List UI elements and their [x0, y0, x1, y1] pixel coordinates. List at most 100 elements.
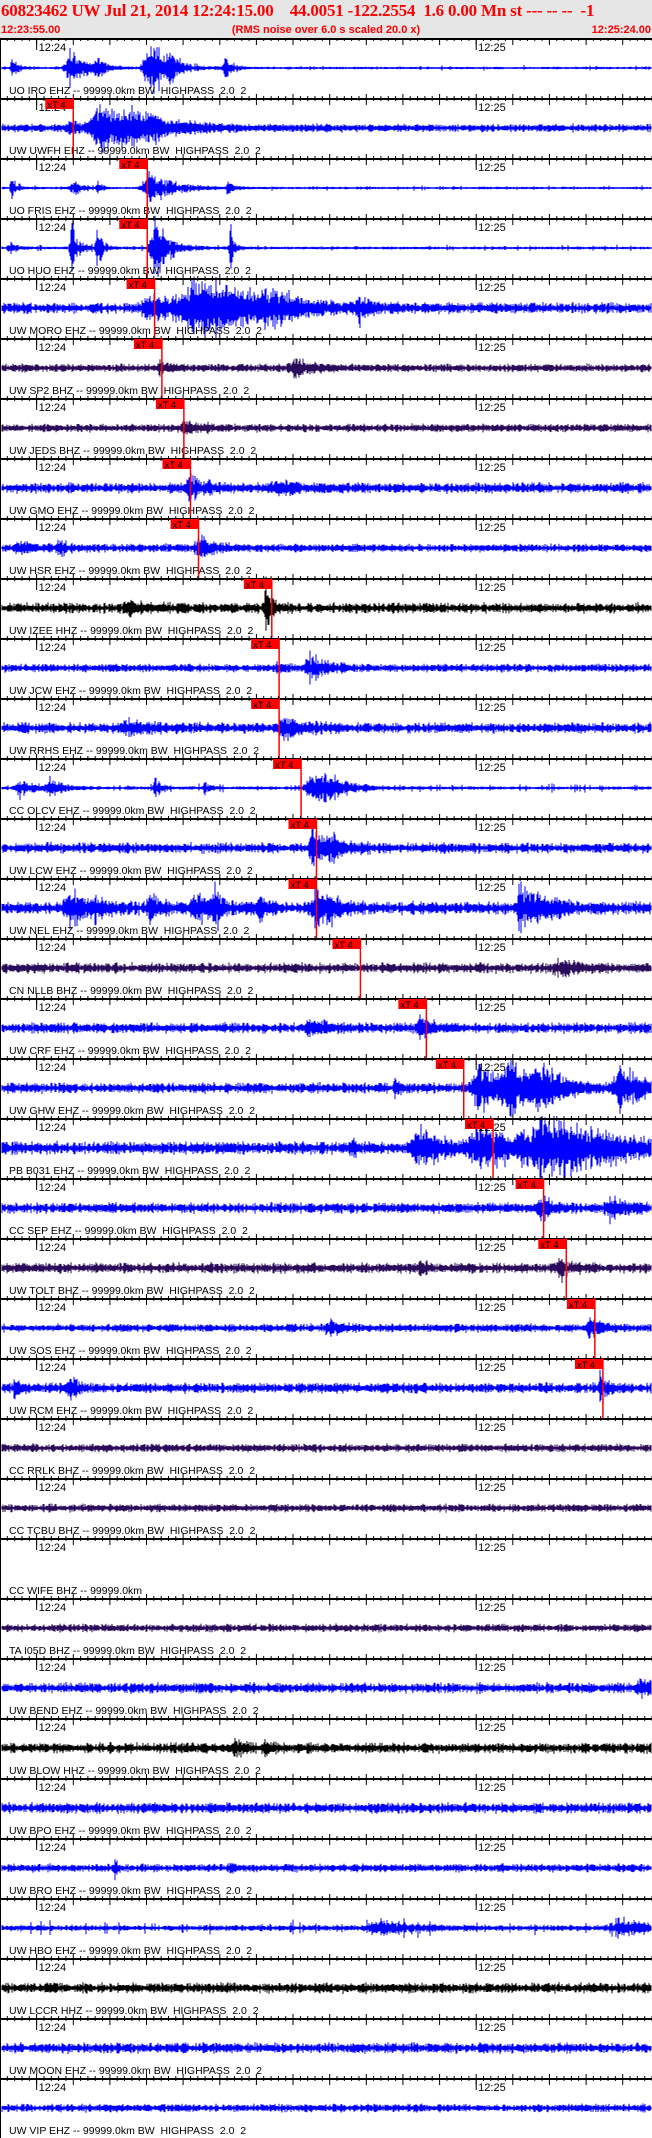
waveform: [1, 1738, 652, 1758]
pick-label: xT 4: [400, 1000, 418, 1011]
minute-tick-label: 12:25: [478, 1062, 506, 1074]
pick-label: xT 4: [467, 1120, 485, 1131]
pick-label: xT 4: [253, 640, 271, 651]
minute-tick-label: 12:24: [39, 342, 67, 354]
waveform: [1, 1369, 652, 1402]
minute-tick-label: 12:24: [39, 522, 67, 534]
waveform: [1, 650, 652, 685]
minute-tick-label: 12:25: [478, 1362, 506, 1374]
pick-label: xT 4: [438, 1060, 456, 1071]
minute-tick-label: 12:25: [478, 1302, 506, 1314]
station-label: UW VIP EHZ -- 99999.0km BW HIGHPASS 2.0 …: [9, 2125, 246, 2137]
station-label: CC TCBU BHZ -- 99999.0km BW HIGHPASS 2.0…: [9, 1525, 256, 1537]
station-label: UW MOON EHZ -- 99999.0km BW HIGHPASS 2.0…: [9, 2065, 262, 2077]
minute-tick-label: 12:25: [478, 1422, 506, 1434]
station-label: CC OLCV EHZ -- 99999.0km BW HIGHPASS 2.0…: [9, 805, 256, 817]
pick-label: xT 4: [290, 880, 308, 891]
pick-label: xT 4: [253, 700, 271, 711]
station-label: UO IRO EHZ -- 99999.0km BW HIGHPASS 2.0 …: [9, 85, 246, 97]
minute-tick-label: 12:24: [39, 2082, 67, 2094]
station-label: UW UWFH EHZ -- 99999.0km BW HIGHPASS 2.0…: [9, 145, 261, 157]
minute-tick-label: 12:24: [39, 1182, 67, 1194]
waveform: [1, 1623, 652, 1633]
trace-moro: 12:24 12:25 UW MORO EHZ -- 99999.0km BW HI…: [0, 274, 652, 340]
minute-tick-label: 12:25: [478, 1602, 506, 1614]
minute-tick-label: 12:24: [39, 1062, 67, 1074]
station-label: CN NLLB BHZ -- 99999.0km BW HIGHPASS 2.0…: [9, 985, 253, 997]
minute-tick-label: 12:25: [478, 1542, 506, 1554]
minute-tick-label: 12:24: [39, 222, 67, 234]
pick-label: xT 4: [164, 460, 182, 471]
pick-label: xT 4: [275, 760, 293, 771]
pick-label: xT 4: [334, 940, 352, 951]
trace-wife: 12:24 12:25 CC WIFE BHZ -- 99999.0km: [0, 1534, 652, 1597]
trace-huo: 12:24 12:25 UO HUO EHZ -- 99999.0km BW HIG…: [0, 214, 652, 278]
minute-tick-label: 12:25: [478, 282, 506, 294]
trace-olcv: 12:24 12:25 CC OLCV EHZ -- 99999.0km BW HI…: [0, 754, 652, 818]
trace-hbo: 12:24 12:25 UW HBO EHZ -- 99999.0km BW HIG…: [0, 1894, 652, 1957]
minute-tick-label: 12:25: [478, 2022, 506, 2034]
minute-tick-label: 12:25: [478, 582, 506, 594]
waveform: [1, 1014, 652, 1040]
trace-jcw: 12:24 12:25 UW JCW EHZ -- 99999.0km BW HIG…: [0, 634, 652, 698]
trace-nllb: 12:24 12:25 CN NLLB BHZ -- 99999.0km BW HI…: [0, 934, 652, 998]
station-label: UW BPO EHZ -- 99999.0km BW HIGHPASS 2.0 …: [9, 1825, 252, 1837]
minute-tick-label: 12:24: [39, 822, 67, 834]
minute-tick-label: 12:24: [39, 1242, 67, 1254]
minute-tick-label: 12:25: [478, 942, 506, 954]
pick-label: xT 4: [246, 580, 264, 591]
minute-tick-label: 12:24: [39, 1962, 67, 1974]
trace-i05d: 12:24 12:25 TA I05D BHZ -- 99999.0km BW HI…: [0, 1594, 652, 1657]
pick-label: xT 4: [121, 220, 139, 231]
station-label: UW RCM EHZ -- 99999.0km BW HIGHPASS 2.0 …: [9, 1405, 253, 1417]
minute-tick-label: 12:24: [39, 1842, 67, 1854]
minute-tick-label: 12:25: [478, 882, 506, 894]
trace-jeds: 12:24 12:25 UW JEDS BHZ -- 99999.0km BW HI…: [0, 394, 652, 458]
minute-tick-label: 12:25: [478, 342, 506, 354]
waveform: [1, 1802, 652, 1814]
waveform: [1, 358, 652, 379]
trace-tcbu: 12:24 12:25 CC TCBU BHZ -- 99999.0km BW HI…: [0, 1474, 652, 1537]
waveform: [1, 1257, 652, 1283]
minute-tick-label: 12:24: [39, 762, 67, 774]
seismogram-stack: 12:24 12:25 UO IRO EHZ -- 99999.0km BW HIG…: [0, 38, 652, 2138]
pick-label: xT 4: [47, 100, 65, 111]
station-label: UW CRF EHZ -- 99999.0km BW HIGHPASS 2.0 …: [9, 1045, 251, 1057]
pick-label: xT 4: [173, 520, 191, 531]
trace-hsr: 12:24 12:25 UW HSR EHZ -- 99999.0km BW HIG…: [0, 514, 652, 578]
minute-tick-label: 12:25: [478, 1902, 506, 1914]
minute-tick-label: 12:25: [478, 762, 506, 774]
trace-rcm: 12:24 12:25 UW RCM EHZ -- 99999.0km BW HIG…: [0, 1354, 652, 1418]
pick-label: xT 4: [121, 160, 139, 171]
minute-tick-label: 12:25: [478, 1002, 506, 1014]
minute-tick-label: 12:25: [478, 1242, 506, 1254]
trace-vip: 12:24 12:25 UW VIP EHZ -- 99999.0km BW HIG…: [0, 2074, 652, 2137]
minute-tick-label: 12:25: [478, 822, 506, 834]
trace-b031: 12:2412:25PB B031 EHZ -- 99999.0km BW HI…: [0, 1114, 652, 1180]
minute-tick-label: 12:25: [478, 462, 506, 474]
trace-rrhs: 12:24 12:25 UW RRHS EHZ -- 99999.0km BW HI…: [0, 694, 652, 758]
station-label: UW LCW EHZ -- 99999.0km BW HIGHPASS 2.0 …: [9, 865, 253, 877]
event-title: 60823462 UW Jul 21, 2014 12:24:15.00 44.…: [1, 1, 595, 20]
trace-gmo: 12:24 12:25 UW GMO EHZ -- 99999.0km BW HIG…: [0, 454, 652, 518]
station-label: PB B031 EHZ -- 99999.0km BW HIGHPASS 2.0…: [9, 1165, 251, 1177]
trace-nel: 12:24 12:25 UW NEL EHZ -- 99999.0km BW HIG…: [0, 874, 652, 938]
minute-tick-label: 12:24: [39, 642, 67, 654]
trace-bro: 12:24 12:25 UW BRO EHZ -- 99999.0km BW HIG…: [0, 1834, 652, 1897]
minute-tick-label: 12:25: [478, 1722, 506, 1734]
pick-label: xT 4: [136, 340, 154, 351]
pick-label: xT 4: [290, 820, 308, 831]
minute-tick-label: 12:24: [39, 882, 67, 894]
station-label: UW BLOW HHZ -- 99999.0km BW HIGHPASS 2.0…: [9, 1765, 261, 1777]
waveform: [1, 2042, 652, 2055]
minute-tick-label: 12:25: [478, 42, 506, 54]
waveform: [1, 717, 652, 742]
trace-iro: 12:24 12:25 UO IRO EHZ -- 99999.0km BW HIG…: [0, 38, 652, 97]
minute-tick-label: 12:25: [478, 702, 506, 714]
station-label: UW LCCR HHZ -- 99999.0km BW HIGHPASS 2.0…: [9, 2005, 259, 2017]
minute-tick-label: 12:25: [478, 402, 506, 414]
trace-moon: 12:24 12:25 UW MOON EHZ -- 99999.0km BW HI…: [0, 2014, 652, 2077]
station-label: UW SP2 BHZ -- 99999.0km BW HIGHPASS 2.0 …: [9, 385, 249, 397]
station-label: CC RRLK BHZ -- 99999.0km BW HIGHPASS 2.0…: [9, 1465, 255, 1477]
pick-label: xT 4: [569, 1300, 587, 1311]
